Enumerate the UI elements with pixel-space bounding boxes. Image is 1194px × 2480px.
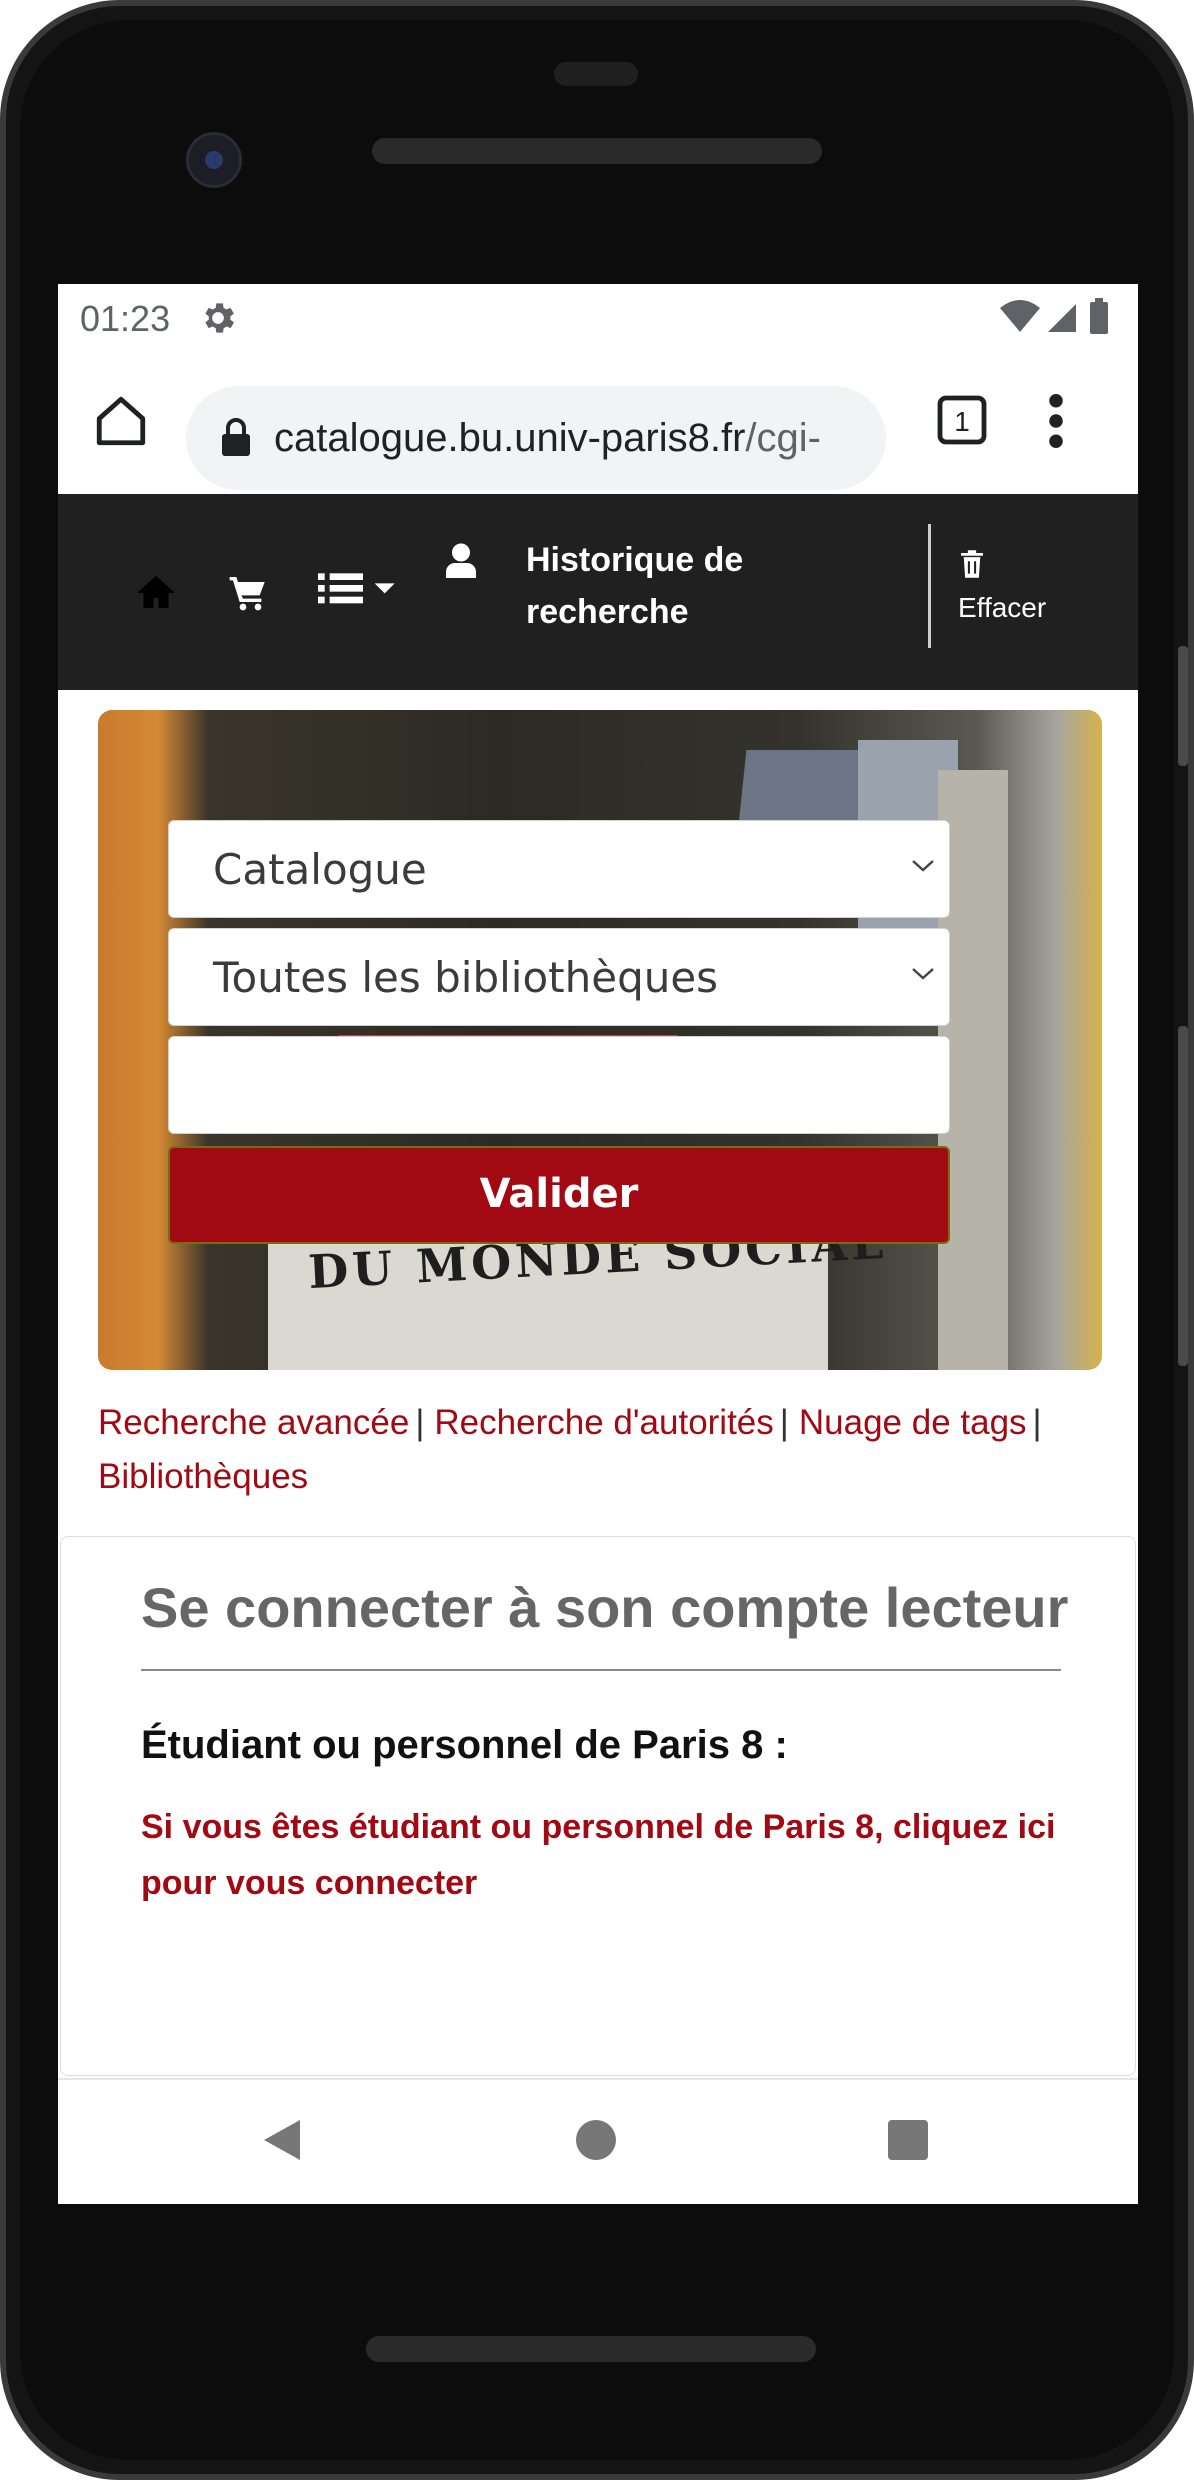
signal-icon [1048, 304, 1076, 332]
clock: 01:23 [80, 298, 171, 339]
user-icon[interactable] [446, 542, 476, 578]
screen: 01:23 catalogue.bu.univ-paris8.fr/cgi- 1… [58, 284, 1138, 2204]
search-history-link[interactable]: Historique de recherche [526, 534, 766, 638]
home-icon[interactable] [136, 572, 176, 612]
link-separator: | [779, 1403, 789, 1442]
search-links: Recherche avancée | Recherche d'autorités |… [98, 1396, 1108, 1504]
cart-icon[interactable] [228, 572, 268, 612]
earpiece-slot [554, 62, 638, 86]
status-bar: 01:23 [58, 284, 1138, 354]
login-title: Se connecter à son compte lecteur [141, 1576, 1069, 1639]
advanced-search-link[interactable]: Recherche avancée [98, 1403, 409, 1442]
address-bar[interactable]: catalogue.bu.univ-paris8.fr/cgi- [186, 386, 886, 490]
top-speaker [372, 138, 822, 164]
gear-icon [205, 303, 234, 333]
url-text: catalogue.bu.univ-paris8.fr/cgi- [274, 416, 864, 461]
home-button-icon[interactable] [576, 2120, 616, 2160]
clear-history-button[interactable]: Effacer [958, 592, 1046, 624]
phone-frame: 01:23 catalogue.bu.univ-paris8.fr/cgi- 1… [0, 0, 1194, 2480]
login-card: Se connecter à son compte lecteur Étudia… [60, 1536, 1136, 2076]
library-select-value: Toutes les bibliothèques [213, 953, 719, 1002]
catalogue-select-value: Catalogue [213, 845, 427, 894]
lock-icon [222, 418, 250, 456]
search-input[interactable] [168, 1036, 950, 1134]
home-icon[interactable] [92, 392, 150, 450]
front-camera [186, 132, 242, 188]
sso-login-link[interactable]: Si vous êtes étudiant ou personnel de Pa… [141, 1799, 1081, 1911]
url-host: catalogue.bu.univ-paris8.fr [274, 416, 746, 460]
caret-down-icon [374, 583, 395, 594]
system-nav-bar [58, 2078, 1138, 2204]
power-button[interactable] [1178, 646, 1188, 766]
link-separator: | [1032, 1403, 1042, 1442]
navbar-divider [928, 524, 931, 648]
back-icon[interactable] [260, 2116, 304, 2164]
submit-search-button[interactable]: Valider [168, 1146, 950, 1244]
tabs-icon[interactable]: 1 [936, 394, 988, 446]
chevron-down-icon [912, 860, 934, 872]
system-status-icons [1000, 298, 1108, 334]
login-subtitle: Étudiant ou personnel de Paris 8 : [141, 1723, 788, 1767]
overflow-menu-icon[interactable] [1044, 394, 1068, 448]
tag-cloud-link[interactable]: Nuage de tags [799, 1403, 1027, 1442]
url-path: /cgi- [745, 416, 821, 460]
library-select[interactable]: Toutes les bibliothèques [168, 928, 950, 1026]
recent-apps-icon[interactable] [888, 2120, 928, 2160]
libraries-link[interactable]: Bibliothèques [98, 1457, 308, 1496]
catalogue-select[interactable]: Catalogue [168, 820, 950, 918]
login-divider [141, 1669, 1061, 1671]
battery-icon [1090, 302, 1108, 334]
trash-icon[interactable] [961, 550, 983, 578]
site-navbar: Historique de recherche Effacer [58, 494, 1138, 690]
authority-search-link[interactable]: Recherche d'autorités [434, 1403, 773, 1442]
bottom-speaker [366, 2336, 816, 2362]
link-separator: | [415, 1403, 425, 1442]
chevron-down-icon [912, 968, 934, 980]
volume-button[interactable] [1178, 1026, 1188, 1366]
browser-toolbar: catalogue.bu.univ-paris8.fr/cgi- 1 [58, 354, 1138, 494]
wifi-icon [1000, 300, 1040, 332]
list-icon[interactable] [318, 570, 398, 610]
tab-count: 1 [954, 406, 970, 437]
